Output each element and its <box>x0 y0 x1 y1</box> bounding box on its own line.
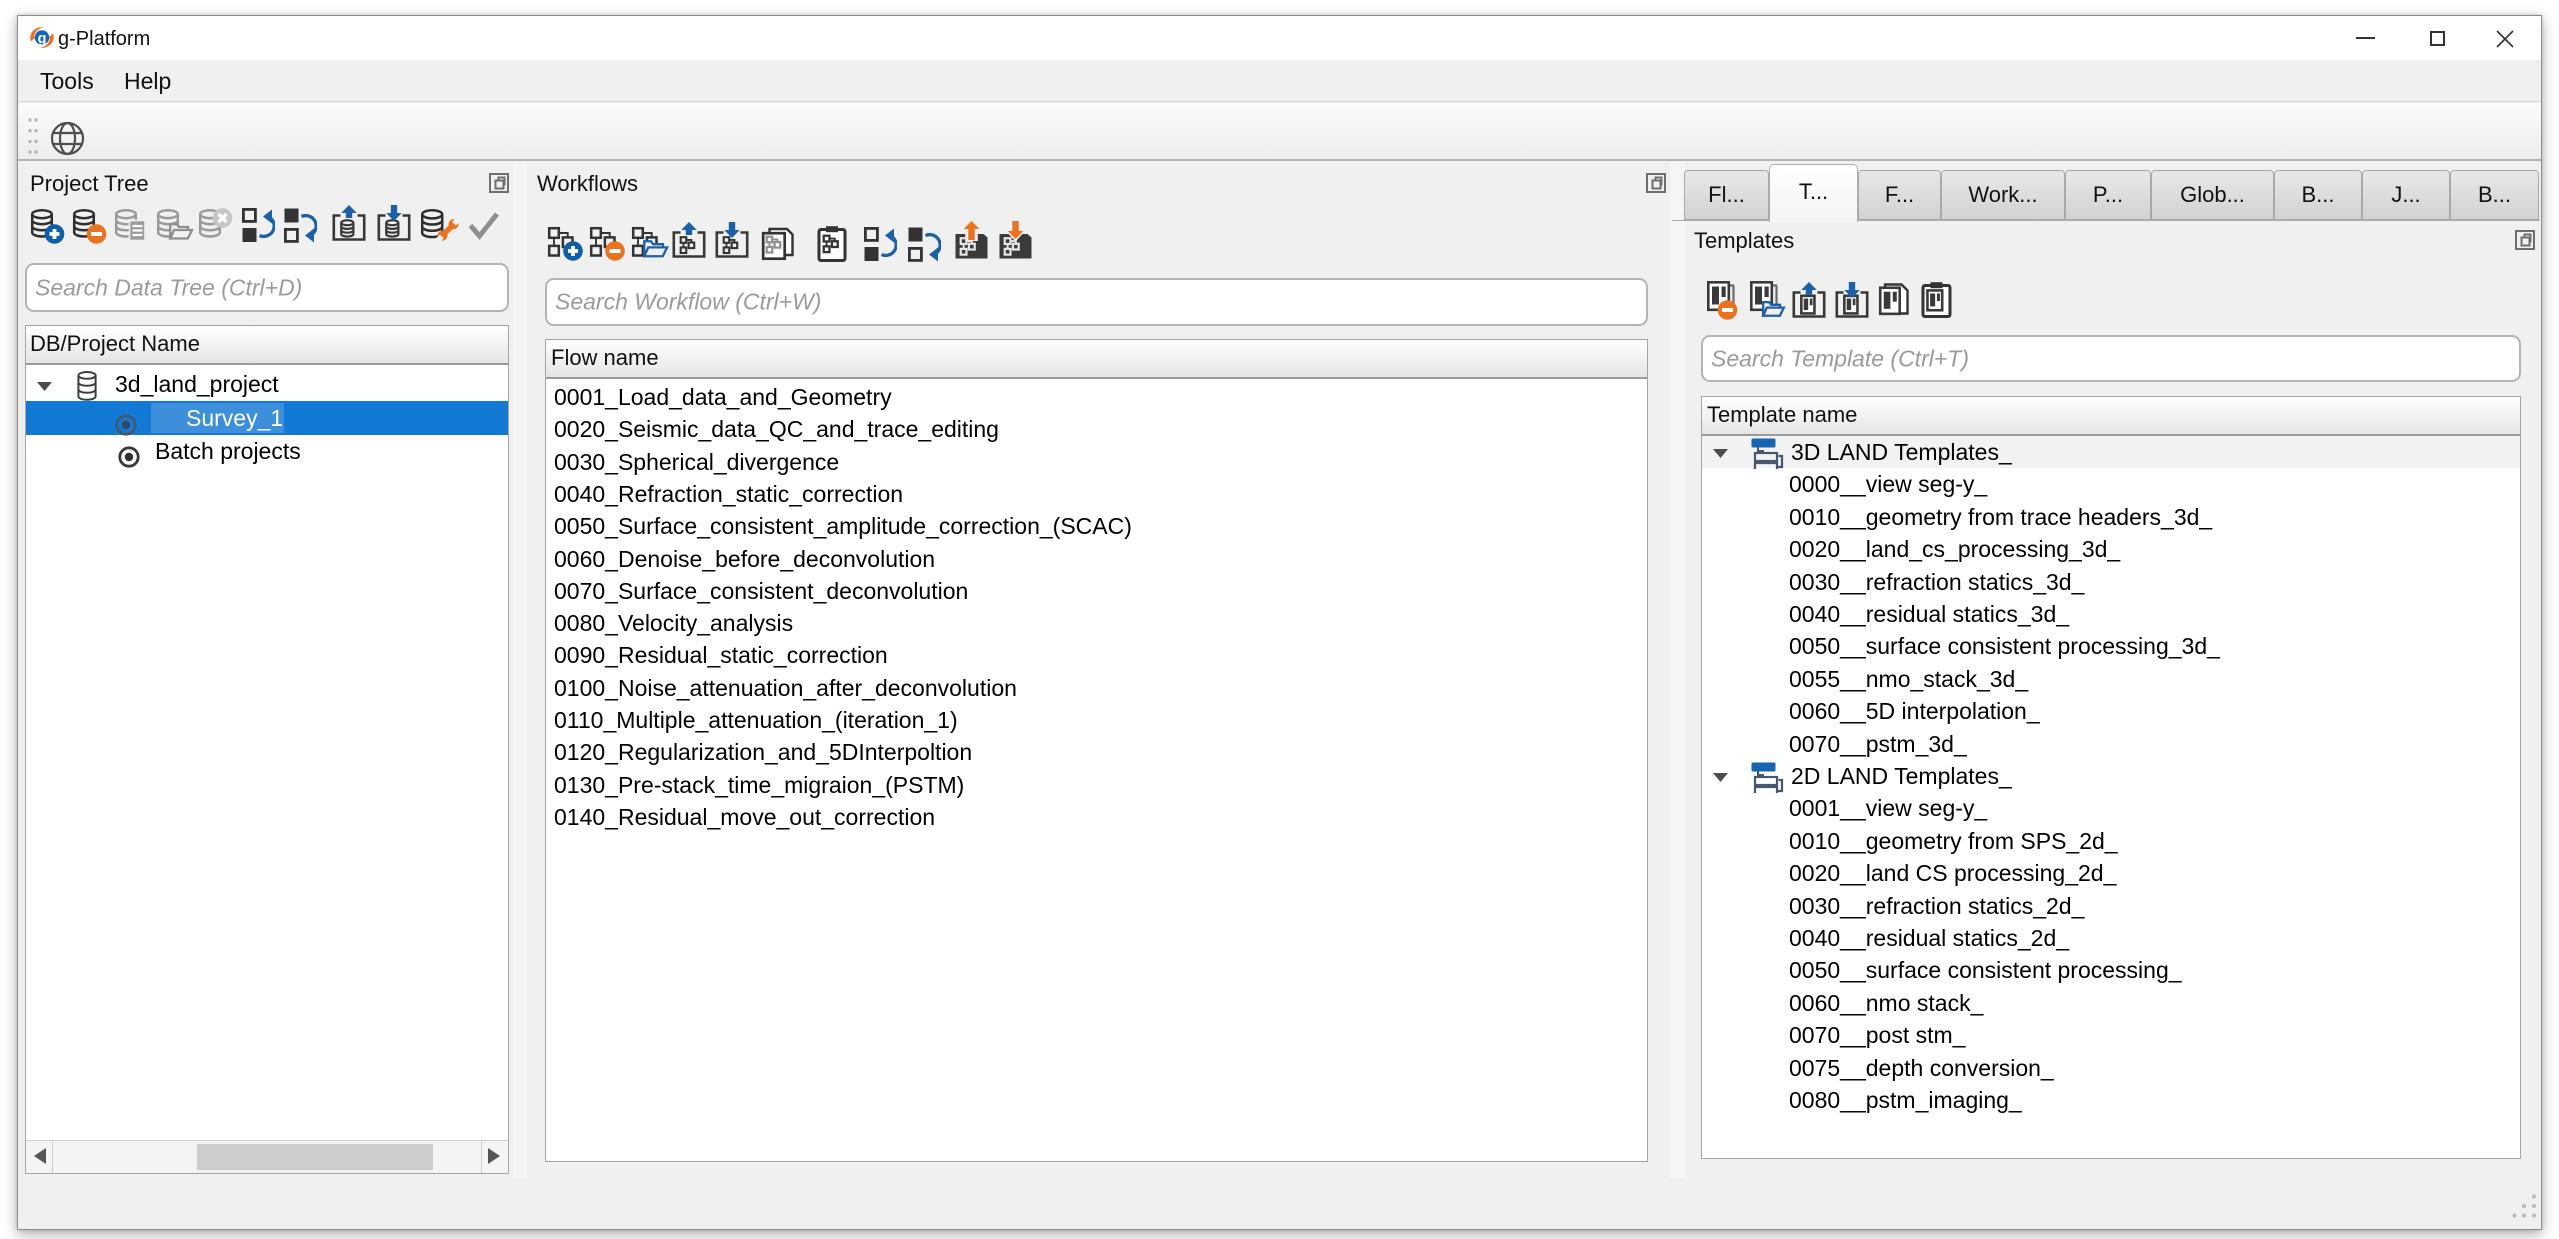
svg-text:g: g <box>38 31 47 47</box>
